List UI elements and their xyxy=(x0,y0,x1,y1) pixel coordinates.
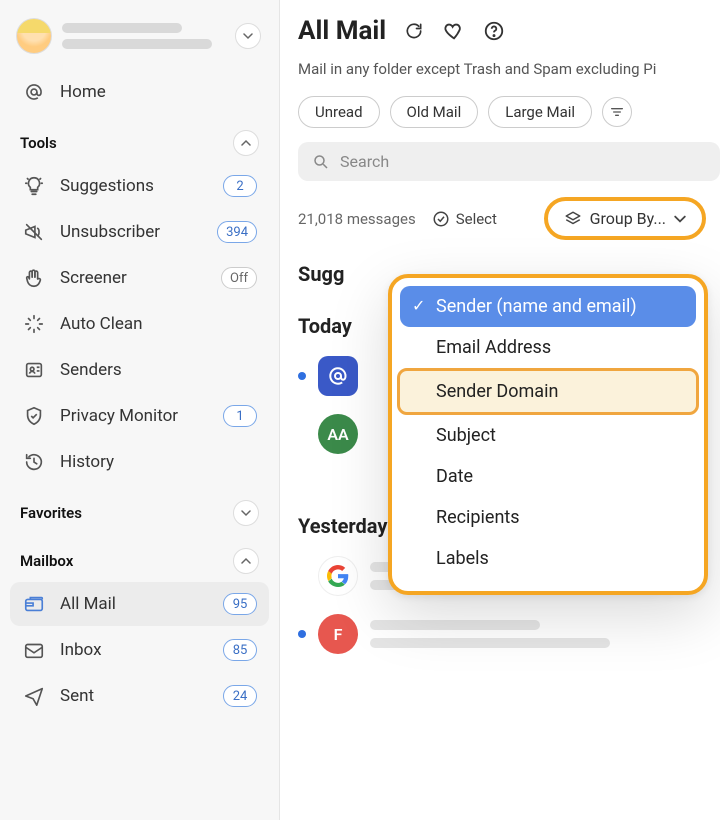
google-avatar xyxy=(318,556,358,596)
sidebar-item-label: Sent xyxy=(60,686,94,706)
search-icon xyxy=(312,153,330,171)
history-icon xyxy=(22,450,46,474)
folder-description: Mail in any folder except Trash and Spam… xyxy=(298,60,720,78)
sidebar-item-auto-clean[interactable]: Auto Clean xyxy=(10,302,269,346)
groupby-option-subject[interactable]: Subject xyxy=(400,415,696,456)
message-count: 21,018 messages xyxy=(298,210,416,228)
section-label: Mailbox xyxy=(20,552,73,570)
select-button[interactable]: Select xyxy=(432,210,497,228)
all-mail-icon xyxy=(22,592,46,616)
unread-dot-icon xyxy=(298,372,306,380)
section-mailbox-header[interactable]: Mailbox xyxy=(10,534,269,580)
sidebar-item-sent[interactable]: Sent 24 xyxy=(10,674,269,718)
sidebar-item-label: Screener xyxy=(60,268,127,288)
group-by-label: Group By... xyxy=(590,209,666,228)
groupby-option-sender-domain[interactable]: Sender Domain xyxy=(397,368,699,415)
groupby-option-sender[interactable]: Sender (name and email) xyxy=(400,286,696,327)
shield-icon xyxy=(22,404,46,428)
sidebar-item-label: History xyxy=(60,452,114,472)
sidebar-item-screener[interactable]: Screener Off xyxy=(10,256,269,300)
section-label: Favorites xyxy=(20,504,82,522)
sidebar-item-inbox[interactable]: Inbox 85 xyxy=(10,628,269,672)
filter-row: Unread Old Mail Large Mail xyxy=(298,96,720,128)
groupby-option-date[interactable]: Date xyxy=(400,456,696,497)
sent-icon xyxy=(22,684,46,708)
section-tools-header[interactable]: Tools xyxy=(10,116,269,162)
count-badge: 24 xyxy=(223,685,257,707)
chevron-up-icon[interactable] xyxy=(233,130,259,156)
section-label: Tools xyxy=(20,134,57,152)
page-title: All Mail xyxy=(298,16,386,46)
search-placeholder: Search xyxy=(340,152,389,171)
sidebar-item-label: Senders xyxy=(60,360,122,380)
user-avatar xyxy=(16,18,52,54)
filter-settings-icon[interactable] xyxy=(602,97,632,127)
filter-large-mail[interactable]: Large Mail xyxy=(488,96,592,128)
groupby-option-labels[interactable]: Labels xyxy=(400,538,696,579)
initials-avatar: F xyxy=(318,614,358,654)
profile-row[interactable] xyxy=(10,12,269,68)
sidebar-item-home[interactable]: Home xyxy=(10,70,269,114)
message-row[interactable]: F xyxy=(298,614,720,654)
chevron-down-icon[interactable] xyxy=(233,500,259,526)
sidebar-item-unsubscriber[interactable]: Unsubscriber 394 xyxy=(10,210,269,254)
group-by-button[interactable]: Group By... xyxy=(544,197,706,240)
profile-placeholder xyxy=(62,23,225,49)
hand-icon xyxy=(22,266,46,290)
sidebar-item-senders[interactable]: Senders xyxy=(10,348,269,392)
megaphone-off-icon xyxy=(22,220,46,244)
contact-card-icon xyxy=(22,358,46,382)
sidebar-item-history[interactable]: History xyxy=(10,440,269,484)
unread-dot-icon xyxy=(298,630,306,638)
select-label: Select xyxy=(456,210,497,228)
sidebar-item-label: All Mail xyxy=(60,594,116,614)
app-avatar xyxy=(318,356,358,396)
chevron-down-icon[interactable] xyxy=(235,23,261,49)
group-by-menu: Sender (name and email) Email Address Se… xyxy=(388,274,708,595)
section-favorites-header[interactable]: Favorites xyxy=(10,486,269,532)
count-badge: 85 xyxy=(223,639,257,661)
header-bar: All Mail xyxy=(298,16,720,46)
list-toolbar: 21,018 messages Select Group By... xyxy=(298,197,720,240)
status-badge: Off xyxy=(221,267,257,289)
sidebar-item-label: Home xyxy=(60,82,106,102)
sidebar-item-all-mail[interactable]: All Mail 95 xyxy=(10,582,269,626)
heart-icon[interactable] xyxy=(442,19,466,43)
sidebar-item-privacy-monitor[interactable]: Privacy Monitor 1 xyxy=(10,394,269,438)
search-input[interactable]: Search xyxy=(298,142,720,181)
count-badge: 394 xyxy=(217,221,257,243)
groupby-option-recipients[interactable]: Recipients xyxy=(400,497,696,538)
sidebar-item-suggestions[interactable]: Suggestions 2 xyxy=(10,164,269,208)
groupby-option-email-address[interactable]: Email Address xyxy=(400,327,696,368)
count-badge: 1 xyxy=(223,405,257,427)
inbox-icon xyxy=(22,638,46,662)
chevron-up-icon[interactable] xyxy=(233,548,259,574)
count-badge: 2 xyxy=(223,175,257,197)
chevron-down-icon xyxy=(674,213,686,225)
sidebar-item-label: Privacy Monitor xyxy=(60,406,178,426)
sidebar: Home Tools Suggestions 2 Unsubscriber 39… xyxy=(0,0,280,820)
message-preview xyxy=(370,620,610,648)
filter-unread[interactable]: Unread xyxy=(298,96,380,128)
sidebar-item-label: Suggestions xyxy=(60,176,154,196)
filter-old-mail[interactable]: Old Mail xyxy=(390,96,479,128)
sidebar-item-label: Inbox xyxy=(60,640,102,660)
sidebar-item-label: Auto Clean xyxy=(60,314,143,334)
at-sign-icon xyxy=(22,80,46,104)
initials-avatar: AA xyxy=(318,414,358,454)
sidebar-item-label: Unsubscriber xyxy=(60,222,160,242)
refresh-icon[interactable] xyxy=(402,19,426,43)
layers-icon xyxy=(564,210,582,228)
count-badge: 95 xyxy=(223,593,257,615)
auto-clean-icon xyxy=(22,312,46,336)
bulb-icon xyxy=(22,174,46,198)
help-icon[interactable] xyxy=(482,19,506,43)
